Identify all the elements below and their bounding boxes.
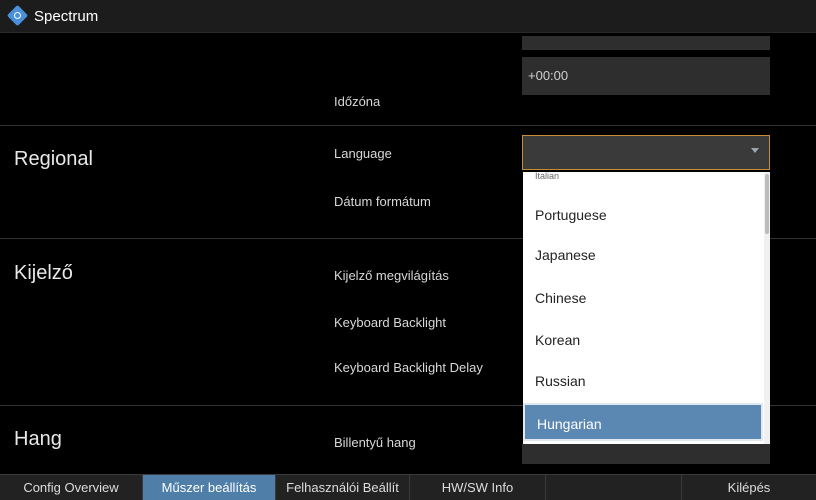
dropdown-item-chinese[interactable]: Chinese: [523, 279, 763, 317]
key-sound-label: Billentyű hang: [334, 435, 416, 450]
dropdown-item-portuguese[interactable]: Portuguese: [523, 196, 763, 234]
tab-hwsw-info[interactable]: HW/SW Info: [410, 475, 546, 500]
tab-empty[interactable]: [546, 475, 682, 500]
spectrum-logo-icon: [6, 4, 29, 27]
chevron-down-icon[interactable]: [751, 148, 759, 153]
dropdown-item-hungarian[interactable]: Hungarian: [523, 403, 763, 441]
dropdown-item-japanese[interactable]: Japanese: [523, 236, 763, 274]
language-dropdown-list[interactable]: Italian Portuguese Japanese Chinese Kore…: [523, 172, 770, 444]
app-title: Spectrum: [34, 8, 99, 25]
keyboard-backlight-label: Keyboard Backlight: [334, 315, 447, 330]
language-select[interactable]: [522, 135, 770, 170]
tab-instrument-settings[interactable]: Műszer beállítás: [143, 475, 276, 500]
timezone-field[interactable]: +00:00: [522, 57, 770, 95]
section-regional: Regional: [14, 148, 93, 170]
dropdown-item-italian[interactable]: Italian: [523, 172, 763, 180]
tab-user-settings[interactable]: Felhasználói Beállít: [276, 475, 410, 500]
language-label: Language: [334, 146, 392, 161]
timezone-value: +00:00: [528, 68, 569, 83]
display-backlight-label: Kijelző megvilágítás: [334, 268, 449, 283]
section-display: Kijelző: [14, 262, 73, 284]
title-bar: Spectrum: [0, 0, 816, 33]
section-divider: [0, 125, 816, 126]
dropdown-scrollbar-thumb[interactable]: [765, 174, 769, 234]
key-sound-field[interactable]: [522, 444, 770, 464]
bottom-tab-bar: Config Overview Műszer beállítás Felhasz…: [0, 474, 816, 500]
section-sound: Hang: [14, 428, 62, 450]
dropdown-item-korean[interactable]: Korean: [523, 321, 763, 359]
dropdown-scrollbar[interactable]: [764, 172, 770, 444]
dropdown-item-russian[interactable]: Russian: [523, 362, 763, 400]
top-partial-field[interactable]: [522, 36, 770, 50]
date-format-label: Dátum formátum: [334, 194, 431, 209]
keyboard-backlight-delay-label: Keyboard Backlight Delay: [334, 360, 483, 375]
timezone-label: Időzóna: [334, 94, 381, 109]
tab-exit[interactable]: Kilépés: [682, 475, 816, 500]
tab-config-overview[interactable]: Config Overview: [0, 475, 143, 500]
